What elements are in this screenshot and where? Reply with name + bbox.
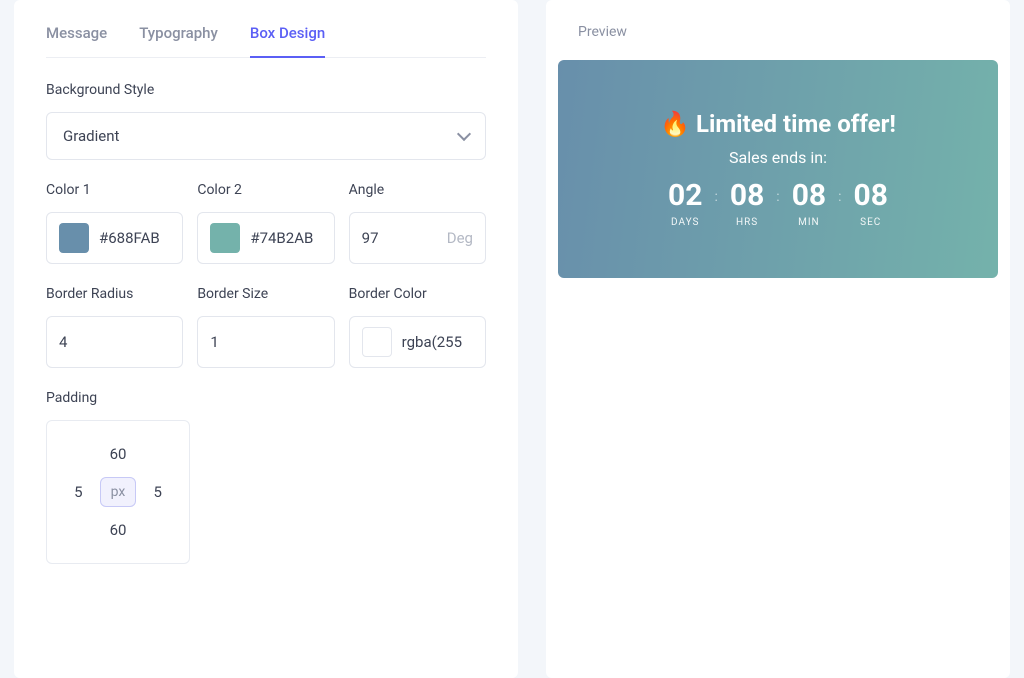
countdown-hrs: 08 HRS [730,181,764,228]
color2-label: Color 2 [197,182,334,198]
countdown-days-label: DAYS [668,217,702,228]
countdown-sec-label: SEC [854,217,888,228]
background-style-value: Gradient [63,127,119,145]
border-color-input[interactable] [402,333,473,351]
padding-left-input[interactable]: 5 [74,483,82,501]
countdown: 02 DAYS : 08 HRS : 08 MIN : 08 SEC [568,181,988,228]
background-style-label: Background Style [46,82,486,98]
countdown-days: 02 DAYS [668,181,702,228]
border-radius-label: Border Radius [46,286,183,302]
color1-input[interactable] [99,229,170,247]
color2-swatch[interactable] [210,223,240,253]
angle-input[interactable] [362,229,437,247]
color1-label: Color 1 [46,182,183,198]
padding-top-input[interactable]: 60 [110,445,127,463]
padding-bottom-input[interactable]: 60 [110,521,127,539]
countdown-sep: : [714,189,717,205]
preview-box: 🔥 Limited time offer! Sales ends in: 02 … [558,60,998,278]
countdown-hrs-num: 08 [730,181,764,211]
border-color-swatch[interactable] [362,327,392,357]
padding-control[interactable]: 60 5 px 5 60 [46,420,190,564]
padding-unit-chip[interactable]: px [100,477,137,507]
preview-title: 🔥 Limited time offer! [568,110,988,138]
countdown-min-label: MIN [792,217,826,228]
tab-typography[interactable]: Typography [139,24,218,58]
countdown-sec: 08 SEC [854,181,888,228]
border-size-input-wrap[interactable] [197,316,334,368]
countdown-sec-num: 08 [854,181,888,211]
angle-input-wrap[interactable]: Deg [349,212,486,264]
preview-label: Preview [558,24,998,60]
angle-label: Angle [349,182,486,198]
color1-input-wrap[interactable] [46,212,183,264]
chevron-down-icon [457,127,471,141]
color2-input-wrap[interactable] [197,212,334,264]
border-color-input-wrap[interactable] [349,316,486,368]
color1-swatch[interactable] [59,223,89,253]
padding-label: Padding [46,390,486,406]
border-size-label: Border Size [197,286,334,302]
tabs: Message Typography Box Design [46,24,486,58]
preview-subtitle: Sales ends in: [568,148,988,167]
tab-box-design[interactable]: Box Design [250,24,325,58]
preview-panel: Preview 🔥 Limited time offer! Sales ends… [546,0,1010,678]
settings-panel: Message Typography Box Design Background… [14,0,518,678]
border-radius-input-wrap[interactable] [46,316,183,368]
fire-icon: 🔥 [660,110,690,138]
countdown-min-num: 08 [792,181,826,211]
preview-title-text: Limited time offer! [696,110,896,138]
countdown-days-num: 02 [668,181,702,211]
color2-input[interactable] [250,229,321,247]
angle-unit: Deg [447,229,473,247]
border-size-input[interactable] [210,333,321,351]
countdown-min: 08 MIN [792,181,826,228]
padding-right-input[interactable]: 5 [153,483,161,501]
countdown-hrs-label: HRS [730,217,764,228]
border-radius-input[interactable] [59,333,170,351]
countdown-sep: : [776,189,779,205]
tab-message[interactable]: Message [46,24,107,58]
countdown-sep: : [838,189,841,205]
border-color-label: Border Color [349,286,486,302]
background-style-dropdown[interactable]: Gradient [46,112,486,160]
